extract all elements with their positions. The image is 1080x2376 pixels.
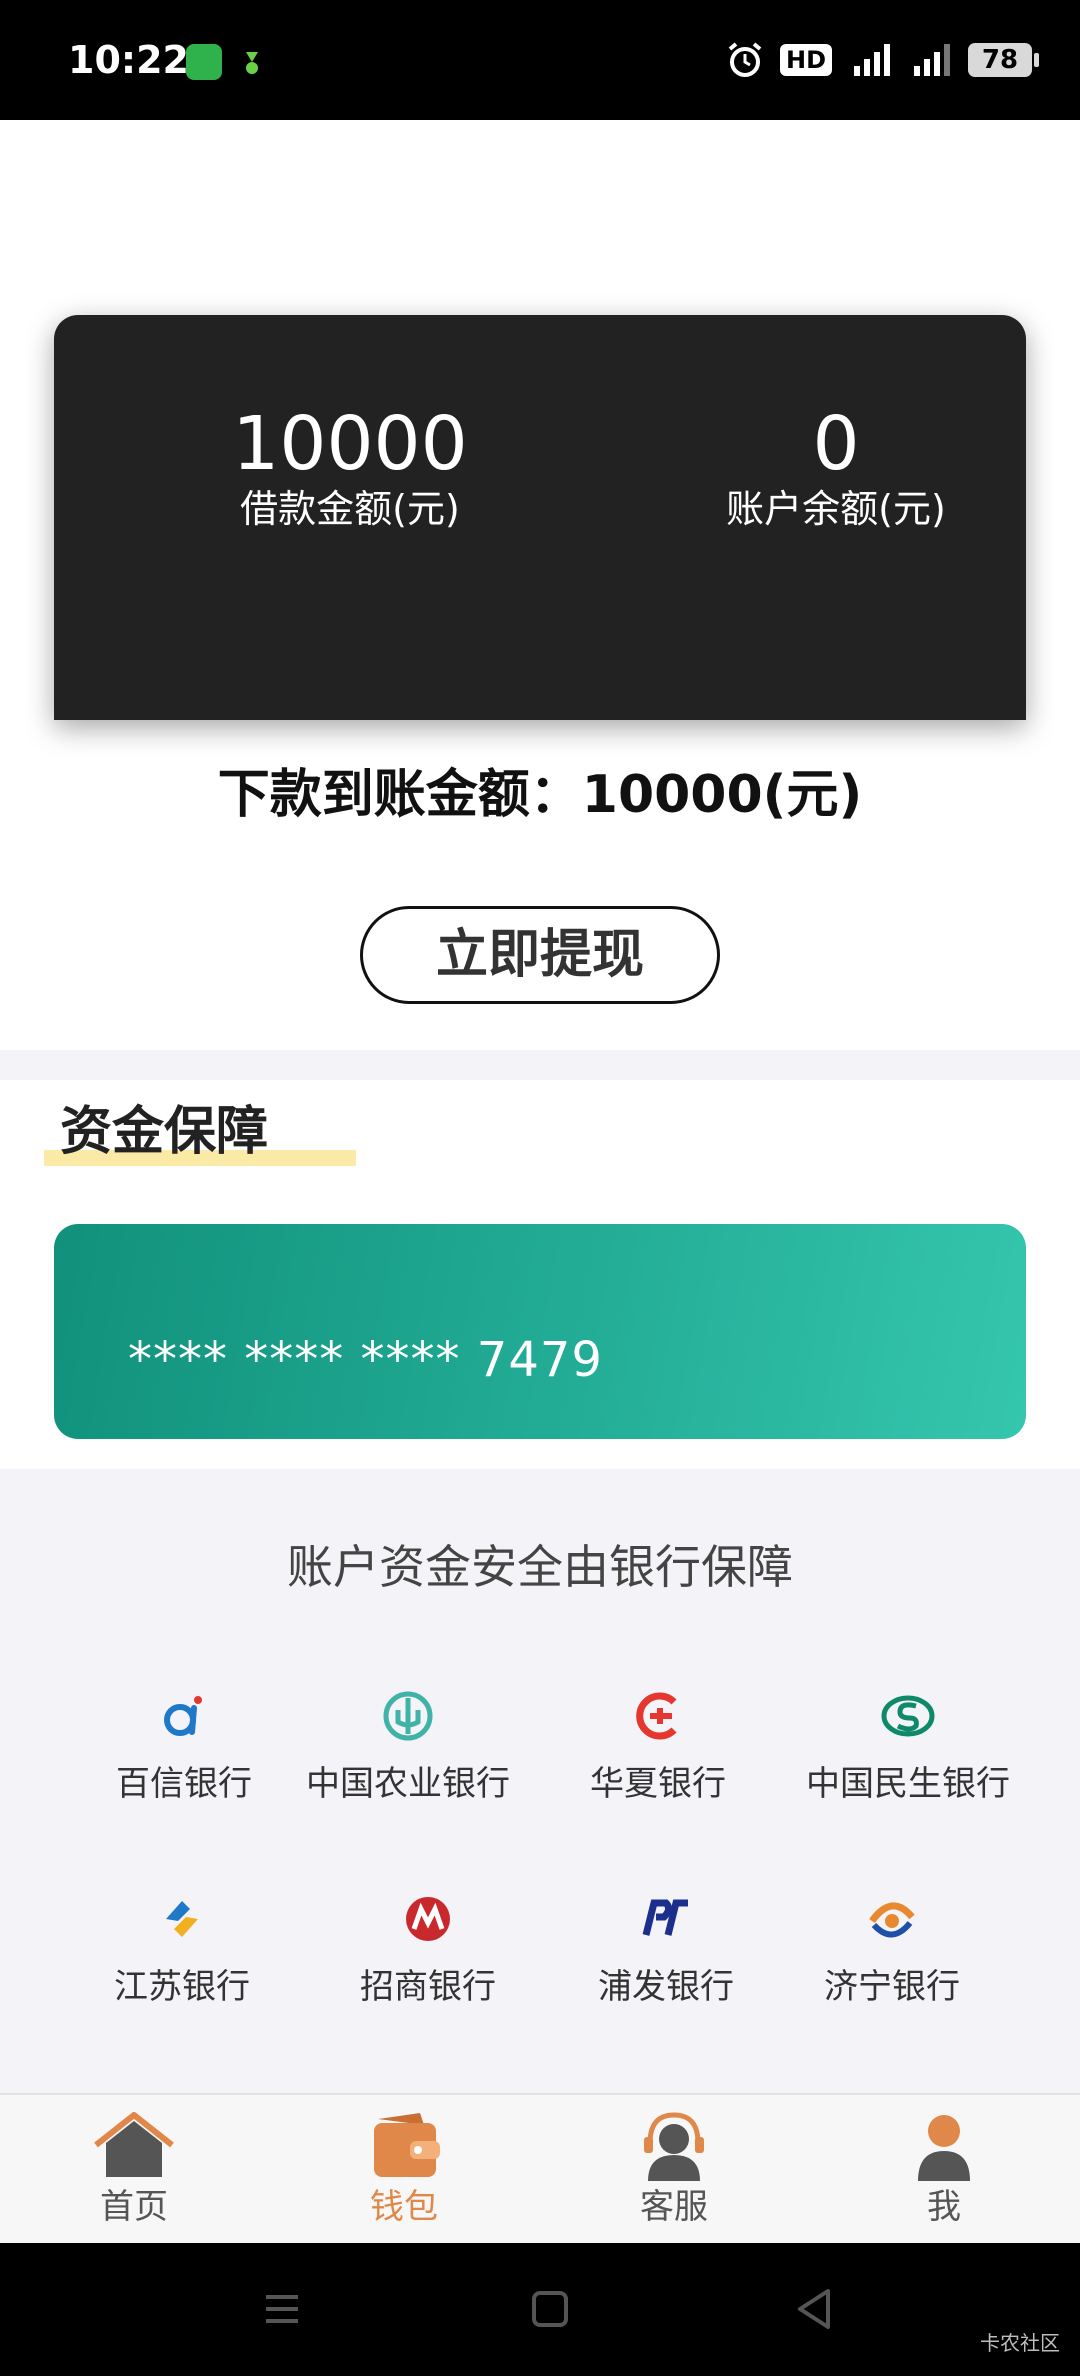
bank-name: 中国农业银行	[306, 1764, 510, 1804]
nav-wallet-label: 钱包	[370, 2187, 438, 2227]
signal-5g-icon	[854, 44, 890, 76]
bank-item-jnb: 济宁银行	[762, 1889, 1022, 2007]
section-divider	[0, 1050, 1080, 1080]
status-time: 10:22	[68, 38, 189, 82]
hd-badge: HD	[779, 44, 832, 76]
wallet-icon	[374, 2113, 440, 2177]
disbursement-amount: 下款到账金额：10000(元)	[217, 765, 863, 825]
home-icon	[94, 2112, 174, 2177]
spdb-logo-icon	[642, 1899, 688, 1936]
aibank-logo-icon	[164, 1696, 202, 1736]
cmbc-logo-icon	[881, 1695, 935, 1737]
bank-name: 浦发银行	[598, 1967, 734, 2007]
nav-profile[interactable]: 我	[844, 2109, 1044, 2229]
bank-item-cmbc: 中国民生银行	[778, 1686, 1038, 1804]
cmb-logo-icon	[406, 1897, 450, 1941]
section-title: 资金保障	[60, 1102, 269, 1162]
bank-item-spdb: 浦发银行	[536, 1889, 796, 2007]
notification-icon	[246, 52, 258, 74]
jsb-logo-icon	[166, 1901, 198, 1937]
loan-amount-label: 借款金额(元)	[240, 487, 460, 531]
profile-icon	[918, 2115, 970, 2181]
status-bar: 10:22 HD 78	[0, 0, 1080, 120]
bank-card[interactable]: **** **** **** 7479	[54, 1224, 1026, 1439]
alarm-icon	[728, 42, 762, 77]
card-number: **** **** **** 7479	[128, 1332, 603, 1388]
status-icons: HD 78	[726, 36, 1039, 84]
bank-name: 济宁银行	[824, 1967, 960, 2007]
oppo-app-icon	[186, 44, 222, 80]
hxb-logo-icon	[636, 1692, 677, 1740]
fund-guarantee-header: 资金保障	[44, 1100, 356, 1166]
back-icon[interactable]	[790, 2285, 838, 2333]
signal-5g-icon-2	[914, 44, 950, 76]
balance-value: 0	[812, 401, 860, 487]
nav-wallet[interactable]: 钱包	[304, 2109, 504, 2229]
bank-name: 中国民生银行	[806, 1764, 1010, 1804]
bank-name: 招商银行	[360, 1967, 496, 2007]
bank-item-hxb: 华夏银行	[528, 1686, 788, 1804]
loan-amount-stat: 10000 借款金额(元)	[180, 405, 520, 535]
watermark: 卡农社区	[980, 2331, 1060, 2355]
system-nav-bar: 卡农社区	[0, 2243, 1080, 2376]
loan-summary-card: 10000 借款金额(元) 0 账户余额(元)	[54, 315, 1026, 720]
nav-home-label: 首页	[100, 2187, 168, 2227]
withdraw-button[interactable]: 立即提现	[360, 906, 720, 1004]
nav-customer-service-label: 客服	[640, 2187, 708, 2227]
bank-name: 华夏银行	[590, 1764, 726, 1804]
balance-stat: 0 账户余额(元)	[666, 405, 1006, 535]
battery-icon: 78	[968, 43, 1039, 77]
nav-customer-service[interactable]: 客服	[574, 2109, 774, 2229]
loan-amount-value: 10000	[232, 401, 468, 487]
jnb-logo-icon	[869, 1902, 915, 1938]
bank-item-jsb: 江苏银行	[52, 1889, 312, 2007]
nav-profile-label: 我	[927, 2187, 961, 2227]
bottom-nav: 首页 钱包 客服 我	[0, 2093, 1080, 2243]
bank-item-abc: 中国农业银行	[278, 1686, 538, 1804]
abc-logo-icon	[383, 1691, 433, 1741]
menu-icon[interactable]	[258, 2285, 306, 2333]
balance-label: 账户余额(元)	[726, 487, 946, 531]
home-square-icon[interactable]	[526, 2285, 574, 2333]
bank-guarantee-heading: 账户资金安全由银行保障	[287, 1540, 793, 1594]
bank-name: 江苏银行	[114, 1967, 250, 2007]
nav-home[interactable]: 首页	[34, 2109, 234, 2229]
bank-item-cmb: 招商银行	[298, 1889, 558, 2007]
bank-guarantee-section: 账户资金安全由银行保障 百信银行 中国农业银行 华夏银行 中国民生银行 江苏银行…	[0, 1469, 1080, 2093]
bank-item-aibank: 百信银行	[54, 1686, 314, 1804]
bank-name: 百信银行	[116, 1764, 252, 1804]
customer-service-icon	[644, 2112, 704, 2181]
